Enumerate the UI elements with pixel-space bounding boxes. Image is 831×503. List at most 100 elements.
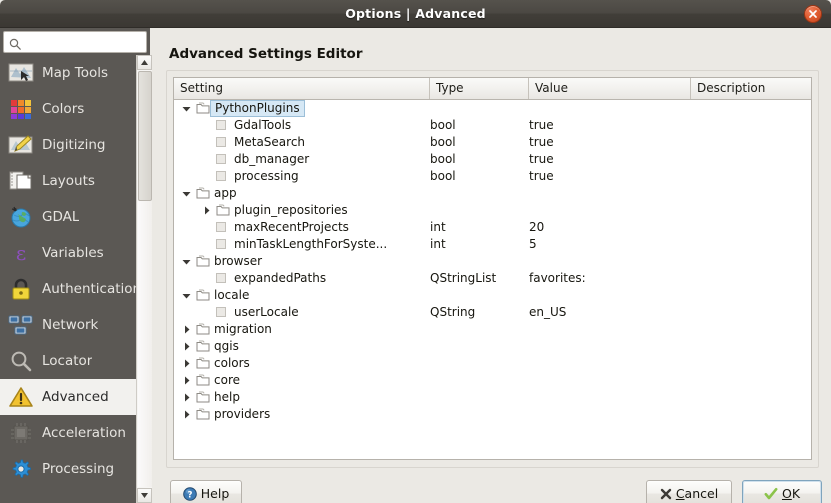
sidebar-item-label: Variables <box>42 245 104 261</box>
tree-column-header-type[interactable]: Type <box>430 78 529 99</box>
tree-row[interactable]: qgis <box>174 338 812 355</box>
tree-row-value[interactable]: favorites: <box>529 270 586 287</box>
tree-row[interactable]: db_managerbooltrue <box>174 151 812 168</box>
tree-row-setting: minTaskLengthForSyste... <box>234 236 387 253</box>
tree-row[interactable]: userLocaleQStringen_US <box>174 304 812 321</box>
tree-row[interactable]: migration <box>174 321 812 338</box>
sidebar-scrollbar[interactable] <box>136 55 152 503</box>
chevron-right-icon[interactable] <box>200 202 213 219</box>
search-area <box>0 28 150 55</box>
tree-row-value[interactable]: 20 <box>529 219 544 236</box>
tree-row[interactable]: PythonPlugins <box>174 100 812 117</box>
tree-row[interactable]: processingbooltrue <box>174 168 812 185</box>
chevron-down-icon[interactable] <box>180 100 193 117</box>
chevron-right-icon[interactable] <box>180 355 193 372</box>
cpu-chip-icon <box>6 420 36 446</box>
tree-row-value[interactable]: true <box>529 117 554 134</box>
advanced-settings-tree[interactable]: SettingTypeValueDescription PythonPlugin… <box>173 77 812 460</box>
tree-row-value[interactable]: en_US <box>529 304 566 321</box>
scroll-up-arrow-icon[interactable] <box>137 55 152 70</box>
ok-button[interactable]: OK <box>742 480 822 503</box>
page-title: Advanced Settings Editor <box>169 46 362 62</box>
sidebar-item-processing[interactable]: Processing <box>0 451 136 487</box>
chevron-right-icon[interactable] <box>180 338 193 355</box>
cross-icon <box>660 488 672 500</box>
sidebar-item-authentication[interactable]: Authentication <box>0 271 136 307</box>
sidebar-item-locator[interactable]: Locator <box>0 343 136 379</box>
tree-row-value[interactable]: true <box>529 168 554 185</box>
tree-row[interactable]: colors <box>174 355 812 372</box>
scrollbar-track[interactable] <box>138 201 152 487</box>
tree-row[interactable]: minTaskLengthForSyste...int5 <box>174 236 812 253</box>
sidebar-item-variables[interactable]: ɛ Variables <box>0 235 136 271</box>
folder-icon <box>216 204 230 217</box>
tree-row-value[interactable]: true <box>529 151 554 168</box>
sidebar-item-digitizing[interactable]: Digitizing <box>0 127 136 163</box>
tree-body[interactable]: PythonPluginsGdalToolsbooltrueMetaSearch… <box>174 100 812 460</box>
tree-row-setting: providers <box>214 406 270 423</box>
sidebar-item-label: Network <box>42 317 98 333</box>
tree-row[interactable]: locale <box>174 287 812 304</box>
tree-row[interactable]: expandedPathsQStringListfavorites: <box>174 270 812 287</box>
tree-row-value[interactable]: 5 <box>529 236 537 253</box>
sidebar-item-colors[interactable]: Colors <box>0 91 136 127</box>
sidebar-item-gdal[interactable]: GDAL <box>0 199 136 235</box>
chevron-right-icon[interactable] <box>180 321 193 338</box>
chevron-right-icon[interactable] <box>180 406 193 423</box>
setting-item-icon <box>216 221 230 234</box>
sidebar-item-layouts[interactable]: Layouts <box>0 163 136 199</box>
sidebar-item-map-tools[interactable]: Map Tools <box>0 55 136 91</box>
folder-icon <box>196 340 210 353</box>
chevron-right-icon[interactable] <box>180 372 193 389</box>
folder-icon <box>196 357 210 370</box>
folder-icon <box>196 374 210 387</box>
tree-row-setting: expandedPaths <box>234 270 326 287</box>
search-box[interactable] <box>3 31 147 53</box>
tree-row[interactable]: app <box>174 185 812 202</box>
epsilon-icon: ɛ <box>6 240 36 266</box>
tree-column-header-description[interactable]: Description <box>691 78 812 99</box>
folder-icon <box>196 255 210 268</box>
tree-column-header-value[interactable]: Value <box>529 78 691 99</box>
tree-row-type: int <box>430 219 446 236</box>
sidebar: Map ToolsColorsDigitizingLayoutsGDAL ɛ Var… <box>0 28 136 503</box>
chevron-down-icon[interactable] <box>180 253 193 270</box>
search-input[interactable] <box>27 32 143 52</box>
cancel-button[interactable]: Cancel <box>646 480 732 503</box>
lock-icon <box>6 276 36 302</box>
tree-row[interactable]: plugin_repositories <box>174 202 812 219</box>
sidebar-item-label: Locator <box>42 353 92 369</box>
main-pane: Advanced Settings Editor SettingTypeValu… <box>153 28 831 503</box>
sidebar-item-acceleration[interactable]: Acceleration <box>0 415 136 451</box>
chevron-down-icon[interactable] <box>180 185 193 202</box>
scrollbar-thumb[interactable] <box>138 71 152 201</box>
tree-row[interactable]: maxRecentProjectsint20 <box>174 219 812 236</box>
tree-row-setting: processing <box>234 168 299 185</box>
magnifier-icon <box>6 348 36 374</box>
tree-row[interactable]: help <box>174 389 812 406</box>
tree-row[interactable]: providers <box>174 406 812 423</box>
tree-column-header-setting[interactable]: Setting <box>174 78 430 99</box>
svg-text:?: ? <box>187 490 192 500</box>
ok-button-label: OK <box>782 486 800 501</box>
tree-row-setting: qgis <box>214 338 239 355</box>
warning-triangle-icon <box>6 384 36 410</box>
tree-row[interactable]: GdalToolsbooltrue <box>174 117 812 134</box>
folder-icon <box>196 391 210 404</box>
tree-row-setting: MetaSearch <box>234 134 305 151</box>
sidebar-item-advanced[interactable]: Advanced <box>0 379 136 415</box>
chevron-down-icon[interactable] <box>180 287 193 304</box>
help-button[interactable]: ? Help <box>170 480 242 503</box>
scroll-down-arrow-icon[interactable] <box>137 488 152 503</box>
tree-row[interactable]: core <box>174 372 812 389</box>
sidebar-item-network[interactable]: Network <box>0 307 136 343</box>
setting-item-icon <box>216 272 230 285</box>
network-icon <box>6 312 36 338</box>
options-dialog: Options | Advanced Map ToolsColorsDigiti… <box>0 0 831 503</box>
tree-row[interactable]: MetaSearchbooltrue <box>174 134 812 151</box>
tree-row[interactable]: browser <box>174 253 812 270</box>
map-tools-icon <box>6 60 36 86</box>
tree-row-value[interactable]: true <box>529 134 554 151</box>
close-icon[interactable] <box>804 5 822 23</box>
chevron-right-icon[interactable] <box>180 389 193 406</box>
